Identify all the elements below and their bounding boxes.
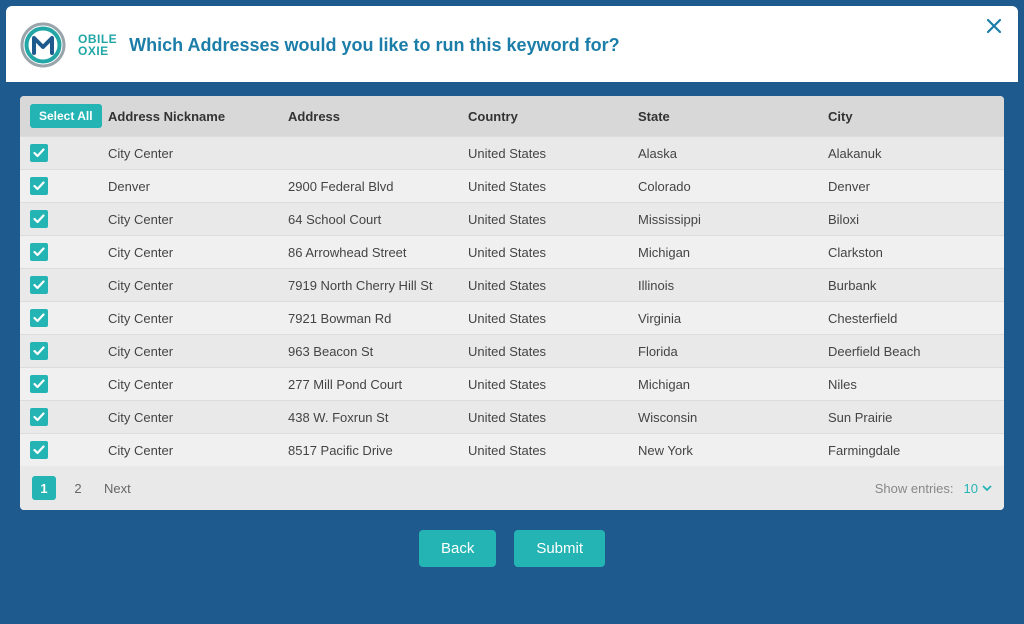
cell-city: Sun Prairie: [828, 410, 994, 425]
table-row: City Center438 W. Foxrun StUnited States…: [20, 400, 1004, 433]
cell-city: Biloxi: [828, 212, 994, 227]
modal-header: OBILE OXIE Which Addresses would you lik…: [20, 18, 1004, 82]
show-entries: Show entries: 10: [875, 481, 992, 496]
table-row: City Center7919 North Cherry Hill StUnit…: [20, 268, 1004, 301]
submit-button[interactable]: Submit: [514, 530, 605, 567]
cell-state: Florida: [638, 344, 828, 359]
cell-city: Farmingdale: [828, 443, 994, 458]
table-row: City Center7921 Bowman RdUnited StatesVi…: [20, 301, 1004, 334]
cell-state: Michigan: [638, 245, 828, 260]
cell-city: Alakanuk: [828, 146, 994, 161]
cell-address: 963 Beacon St: [288, 344, 468, 359]
brand-text: OBILE OXIE: [78, 33, 117, 57]
cell-country: United States: [468, 311, 638, 326]
cell-nickname: City Center: [108, 278, 288, 293]
page-button-1[interactable]: 1: [32, 476, 56, 500]
cell-state: New York: [638, 443, 828, 458]
pagination: 12: [32, 476, 100, 500]
row-checkbox[interactable]: [30, 243, 48, 261]
table-row: City Center277 Mill Pond CourtUnited Sta…: [20, 367, 1004, 400]
cell-address: 86 Arrowhead Street: [288, 245, 468, 260]
modal-body: Select All Address Nickname Address Coun…: [6, 82, 1018, 591]
brand-logo: [20, 22, 66, 68]
chevron-down-icon: [982, 485, 992, 491]
cell-nickname: City Center: [108, 344, 288, 359]
cell-nickname: City Center: [108, 410, 288, 425]
cell-nickname: City Center: [108, 377, 288, 392]
cell-address: 7921 Bowman Rd: [288, 311, 468, 326]
col-header-country[interactable]: Country: [468, 109, 638, 124]
cell-country: United States: [468, 410, 638, 425]
cell-country: United States: [468, 179, 638, 194]
cell-state: Illinois: [638, 278, 828, 293]
cell-country: United States: [468, 377, 638, 392]
cell-country: United States: [468, 212, 638, 227]
table-row: City Center8517 Pacific DriveUnited Stat…: [20, 433, 1004, 466]
page-button-2[interactable]: 2: [66, 476, 90, 500]
cell-city: Clarkston: [828, 245, 994, 260]
cell-state: Alaska: [638, 146, 828, 161]
col-header-state[interactable]: State: [638, 109, 828, 124]
select-all-button[interactable]: Select All: [30, 104, 102, 128]
row-checkbox[interactable]: [30, 210, 48, 228]
cell-city: Chesterfield: [828, 311, 994, 326]
show-entries-label: Show entries:: [875, 481, 954, 496]
cell-nickname: City Center: [108, 443, 288, 458]
row-checkbox[interactable]: [30, 144, 48, 162]
close-icon[interactable]: [986, 18, 1002, 38]
cell-address: 2900 Federal Blvd: [288, 179, 468, 194]
row-checkbox[interactable]: [30, 408, 48, 426]
show-entries-value: 10: [964, 481, 978, 496]
address-selection-modal: OBILE OXIE Which Addresses would you lik…: [6, 6, 1018, 591]
table-row: City Center86 Arrowhead StreetUnited Sta…: [20, 235, 1004, 268]
cell-state: Colorado: [638, 179, 828, 194]
cell-state: Mississippi: [638, 212, 828, 227]
show-entries-select[interactable]: 10: [964, 481, 992, 496]
modal-actions: Back Submit: [20, 510, 1004, 591]
cell-state: Wisconsin: [638, 410, 828, 425]
table-row: City Center64 School CourtUnited StatesM…: [20, 202, 1004, 235]
cell-nickname: City Center: [108, 212, 288, 227]
cell-state: Virginia: [638, 311, 828, 326]
cell-country: United States: [468, 245, 638, 260]
brand-bot: OXIE: [78, 45, 117, 57]
table-row: Denver2900 Federal BlvdUnited StatesColo…: [20, 169, 1004, 202]
cell-country: United States: [468, 278, 638, 293]
cell-nickname: City Center: [108, 146, 288, 161]
table-body: City CenterUnited StatesAlaskaAlakanukDe…: [20, 136, 1004, 466]
cell-address: 277 Mill Pond Court: [288, 377, 468, 392]
cell-state: Michigan: [638, 377, 828, 392]
back-button[interactable]: Back: [419, 530, 496, 567]
cell-city: Deerfield Beach: [828, 344, 994, 359]
cell-city: Burbank: [828, 278, 994, 293]
table-header: Select All Address Nickname Address Coun…: [20, 96, 1004, 136]
cell-nickname: Denver: [108, 179, 288, 194]
cell-address: 7919 North Cherry Hill St: [288, 278, 468, 293]
cell-country: United States: [468, 344, 638, 359]
cell-city: Denver: [828, 179, 994, 194]
cell-nickname: City Center: [108, 245, 288, 260]
row-checkbox[interactable]: [30, 441, 48, 459]
table-row: City Center United StatesAlaskaAlakanuk: [20, 136, 1004, 169]
cell-address: 64 School Court: [288, 212, 468, 227]
cell-country: United States: [468, 443, 638, 458]
modal-title: Which Addresses would you like to run th…: [129, 35, 619, 56]
row-checkbox[interactable]: [30, 375, 48, 393]
row-checkbox[interactable]: [30, 309, 48, 327]
table-row: City Center963 Beacon StUnited StatesFlo…: [20, 334, 1004, 367]
next-page-button[interactable]: Next: [104, 481, 131, 496]
col-header-address[interactable]: Address: [288, 109, 468, 124]
cell-country: United States: [468, 146, 638, 161]
address-table: Select All Address Nickname Address Coun…: [20, 96, 1004, 510]
row-checkbox[interactable]: [30, 342, 48, 360]
table-footer: 12 Next Show entries: 10: [20, 466, 1004, 510]
cell-nickname: City Center: [108, 311, 288, 326]
cell-address: 438 W. Foxrun St: [288, 410, 468, 425]
cell-address: 8517 Pacific Drive: [288, 443, 468, 458]
col-header-nickname[interactable]: Address Nickname: [108, 109, 288, 124]
row-checkbox[interactable]: [30, 177, 48, 195]
row-checkbox[interactable]: [30, 276, 48, 294]
cell-city: Niles: [828, 377, 994, 392]
col-header-city[interactable]: City: [828, 109, 994, 124]
